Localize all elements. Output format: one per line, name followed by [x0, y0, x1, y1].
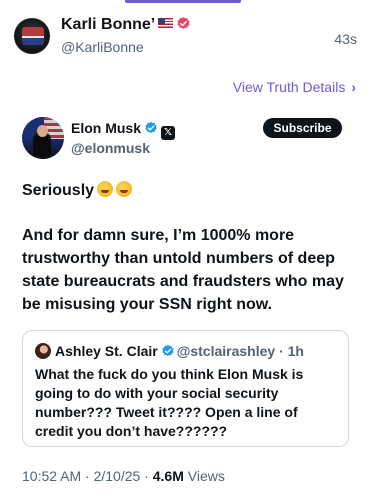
- quote-author-avatar: [35, 343, 51, 359]
- quote-author-name: Ashley St. Clair: [55, 343, 158, 359]
- quote-tweet-card[interactable]: Ashley St. Clair @stclairashley · 1h What…: [22, 330, 349, 447]
- tweet-author-handle[interactable]: @elonmusk: [71, 140, 150, 156]
- tweet-meta: 10:52 AM · 2/10/25 · 4.6M Views: [22, 468, 225, 484]
- quote-author-handle: @stclairashley · 1h: [176, 343, 304, 359]
- subscribe-button[interactable]: Subscribe: [263, 118, 342, 138]
- post-header: Karli Bonne’ @KarliBonne 43s: [14, 14, 357, 60]
- post-timestamp: 43s: [334, 31, 357, 47]
- verified-badge-icon: [177, 16, 190, 29]
- verified-badge-icon: [145, 121, 157, 134]
- views-count: 4.6M: [152, 468, 184, 484]
- author-name-row[interactable]: Karli Bonne’: [61, 16, 191, 34]
- avatar-head: [37, 125, 48, 137]
- author-avatar[interactable]: [14, 18, 50, 54]
- quote-header: Ashley St. Clair @stclairashley · 1h: [35, 343, 304, 359]
- tweet-paragraph: And for damn sure, I’m 1000% more trustw…: [22, 227, 344, 313]
- chevron-right-icon: ›: [351, 79, 356, 95]
- tweet-author-avatar[interactable]: [22, 117, 64, 159]
- rofl-emoji-icon: [116, 181, 133, 197]
- tweet-date-time: 10:52 AM · 2/10/25 ·: [22, 468, 153, 484]
- author-handle[interactable]: @KarliBonne: [61, 39, 144, 55]
- tweet-header: Elon Musk 𝕏 @elonmusk Subscribe: [22, 116, 342, 164]
- active-tab-indicator: [125, 0, 241, 3]
- tweet-first-line: Seriously: [22, 179, 352, 202]
- view-details-link[interactable]: View Truth Details ›: [233, 79, 356, 95]
- views-label: Views: [187, 468, 225, 484]
- tweet-body: Seriously And for damn sure, I’m 1000% m…: [22, 179, 352, 316]
- tweet-name-row[interactable]: Elon Musk 𝕏: [71, 120, 176, 140]
- tweet-author-name[interactable]: Elon Musk: [71, 120, 141, 136]
- x-logo-icon: 𝕏: [161, 126, 176, 140]
- avatar-emblem: [22, 27, 44, 45]
- view-details-label[interactable]: View Truth Details: [233, 79, 346, 95]
- rofl-emoji-icon: [97, 181, 114, 197]
- us-flag-icon: [158, 18, 174, 28]
- tweet-line1-text: Seriously: [22, 182, 95, 199]
- author-name[interactable]: Karli Bonne’: [61, 16, 155, 33]
- quote-text: What the fuck do you think Elon Musk is …: [35, 366, 304, 439]
- verified-badge-icon: [162, 344, 174, 357]
